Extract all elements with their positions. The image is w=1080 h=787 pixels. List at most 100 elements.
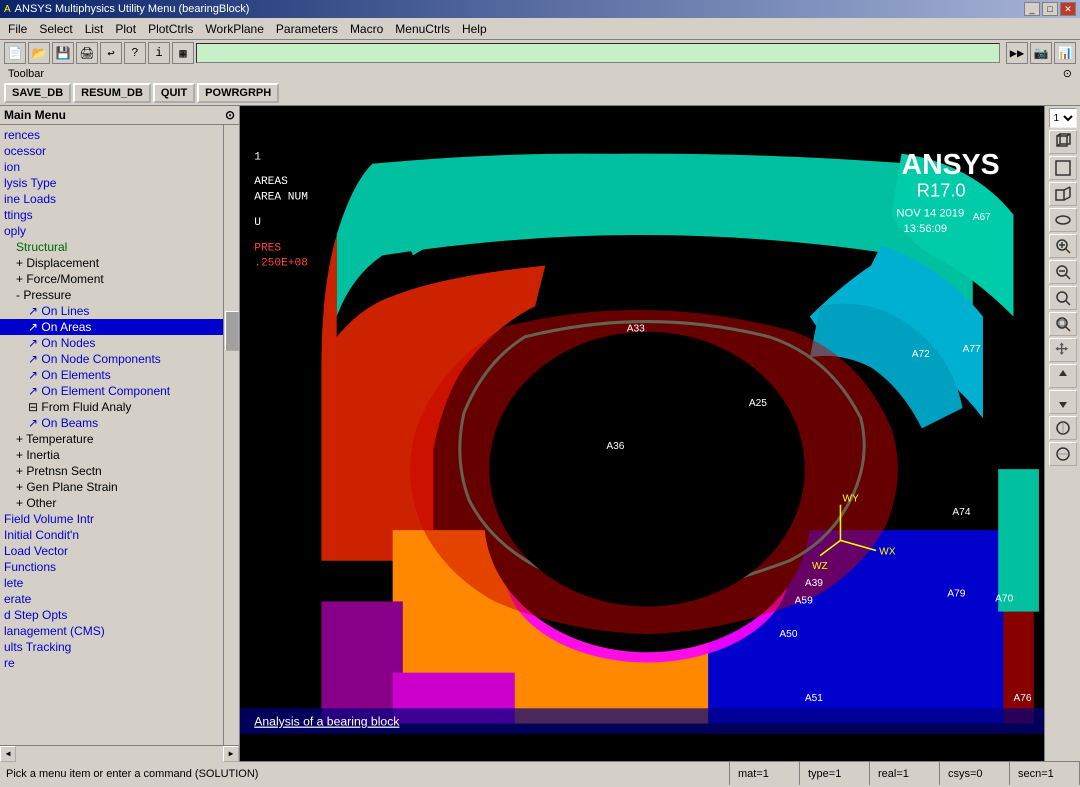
main-content: Main Menu ⊙ rencesocessorionlysis Typein…: [0, 106, 1080, 761]
sidebar-item[interactable]: Structural: [0, 239, 239, 255]
minimize-button[interactable]: _: [1024, 2, 1040, 16]
command-input[interactable]: [196, 43, 1000, 63]
sidebar-item[interactable]: Field Volume Intr: [0, 511, 239, 527]
sidebar-item[interactable]: ults Tracking: [0, 639, 239, 655]
menu-help[interactable]: Help: [456, 20, 493, 38]
menu-plotctrls[interactable]: PlotCtrls: [142, 20, 199, 38]
view-select[interactable]: 1 2 3 4: [1049, 108, 1077, 128]
graph-icon[interactable]: 📊: [1054, 42, 1076, 64]
sidebar-collapse-icon[interactable]: ⊙: [225, 108, 235, 122]
sidebar-item[interactable]: re: [0, 655, 239, 671]
sidebar-item[interactable]: lete: [0, 575, 239, 591]
sidebar-header: Main Menu ⊙: [0, 106, 239, 125]
window-controls: _ □ ✕: [1024, 2, 1076, 16]
menu-menuctrls[interactable]: MenuCtrls: [389, 20, 456, 38]
menu-parameters[interactable]: Parameters: [270, 20, 344, 38]
help-icon[interactable]: ?: [124, 42, 146, 64]
sidebar-item[interactable]: + Displacement: [0, 255, 239, 271]
undo-icon[interactable]: ↩: [100, 42, 122, 64]
sidebar-item[interactable]: + Pretnsn Sectn: [0, 463, 239, 479]
info-icon[interactable]: i: [148, 42, 170, 64]
svg-text:AREAS: AREAS: [254, 176, 288, 188]
sidebar-item[interactable]: Functions: [0, 559, 239, 575]
quit-button[interactable]: QUIT: [153, 83, 195, 103]
sidebar-item[interactable]: ↗ On Beams: [0, 415, 239, 431]
save-icon[interactable]: 💾: [52, 42, 74, 64]
scroll-left-button[interactable]: ◀: [0, 746, 16, 762]
capture-icon[interactable]: 📷: [1030, 42, 1052, 64]
sidebar-item[interactable]: ine Loads: [0, 191, 239, 207]
scroll-track-h[interactable]: [16, 746, 223, 762]
zoom-out-button[interactable]: [1049, 260, 1077, 284]
sidebar-item[interactable]: rences: [0, 127, 239, 143]
close-button[interactable]: ✕: [1060, 2, 1076, 16]
sidebar-item[interactable]: ↗ On Node Components: [0, 351, 239, 367]
sidebar-item[interactable]: + Temperature: [0, 431, 239, 447]
sidebar-item[interactable]: + Gen Plane Strain: [0, 479, 239, 495]
menu-workplane[interactable]: WorkPlane: [199, 20, 269, 38]
toolbar-collapse-icon[interactable]: ⊙: [1063, 67, 1072, 80]
real-status: real=1: [870, 762, 940, 785]
isometric-view-button[interactable]: [1049, 130, 1077, 154]
maximize-button[interactable]: □: [1042, 2, 1058, 16]
sidebar-item[interactable]: ↗ On Elements: [0, 367, 239, 383]
sidebar-item[interactable]: - Pressure: [0, 287, 239, 303]
svg-text:R17.0: R17.0: [917, 179, 966, 200]
svg-text:WZ: WZ: [812, 561, 828, 572]
svg-text:A50: A50: [779, 629, 797, 640]
print-icon[interactable]: 🖨: [76, 42, 98, 64]
scroll-right-button[interactable]: ▶: [223, 746, 239, 762]
rotate-down-button[interactable]: [1049, 390, 1077, 414]
svg-text:.250E+08: .250E+08: [254, 258, 308, 270]
powrgrph-button[interactable]: POWRGRPH: [197, 83, 279, 103]
sidebar-item[interactable]: lysis Type: [0, 175, 239, 191]
horizontal-scrollbar: ◀ ▶: [0, 745, 239, 761]
svg-text:A67: A67: [973, 212, 991, 223]
sidebar-item[interactable]: lanagement (CMS): [0, 623, 239, 639]
menu-macro[interactable]: Macro: [344, 20, 389, 38]
sidebar-item[interactable]: + Other: [0, 495, 239, 511]
new-icon[interactable]: 📄: [4, 42, 26, 64]
sidebar-item[interactable]: ↗ On Nodes: [0, 335, 239, 351]
rotate-x-button[interactable]: [1049, 416, 1077, 440]
sidebar-item[interactable]: ↗ On Element Component: [0, 383, 239, 399]
sidebar-item[interactable]: Load Vector: [0, 543, 239, 559]
zoom-in-button[interactable]: [1049, 234, 1077, 258]
sidebar-item[interactable]: Initial Condit'n: [0, 527, 239, 543]
mat-status: mat=1: [730, 762, 800, 785]
zoom-fit-button[interactable]: [1049, 286, 1077, 310]
sidebar: Main Menu ⊙ rencesocessorionlysis Typein…: [0, 106, 240, 761]
zoom-box-button[interactable]: [1049, 312, 1077, 336]
sidebar-item[interactable]: + Force/Moment: [0, 271, 239, 287]
named-toolbar: SAVE_DB RESUM_DB QUIT POWRGRPH: [4, 83, 1076, 103]
save-db-button[interactable]: SAVE_DB: [4, 83, 71, 103]
run-icon[interactable]: ▶▶: [1006, 42, 1028, 64]
cmd-icon[interactable]: ▦: [172, 42, 194, 64]
status-bar: Pick a menu item or enter a command (SOL…: [0, 761, 1080, 785]
sidebar-item[interactable]: ⊟ From Fluid Analy: [0, 399, 239, 415]
top-view-button[interactable]: [1049, 208, 1077, 232]
side-view-button[interactable]: [1049, 182, 1077, 206]
svg-text:A51: A51: [805, 693, 823, 704]
sidebar-item[interactable]: + Inertia: [0, 447, 239, 463]
sidebar-item[interactable]: erate: [0, 591, 239, 607]
menu-list[interactable]: List: [79, 20, 110, 38]
sidebar-item[interactable]: ttings: [0, 207, 239, 223]
rotate-y-button[interactable]: [1049, 442, 1077, 466]
menu-select[interactable]: Select: [33, 20, 78, 38]
front-view-button[interactable]: [1049, 156, 1077, 180]
pan-button[interactable]: [1049, 338, 1077, 362]
sidebar-item[interactable]: ocessor: [0, 143, 239, 159]
sidebar-item[interactable]: d Step Opts: [0, 607, 239, 623]
sidebar-item[interactable]: oply: [0, 223, 239, 239]
menu-plot[interactable]: Plot: [109, 20, 142, 38]
open-icon[interactable]: 📂: [28, 42, 50, 64]
resum-db-button[interactable]: RESUM_DB: [73, 83, 151, 103]
rotate-up-button[interactable]: [1049, 364, 1077, 388]
menu-file[interactable]: File: [2, 20, 33, 38]
sidebar-item[interactable]: ↗ On Areas: [0, 319, 239, 335]
sidebar-item[interactable]: ion: [0, 159, 239, 175]
sidebar-item[interactable]: ↗ On Lines: [0, 303, 239, 319]
scroll-track[interactable]: [223, 125, 239, 745]
scroll-thumb[interactable]: [225, 311, 239, 351]
